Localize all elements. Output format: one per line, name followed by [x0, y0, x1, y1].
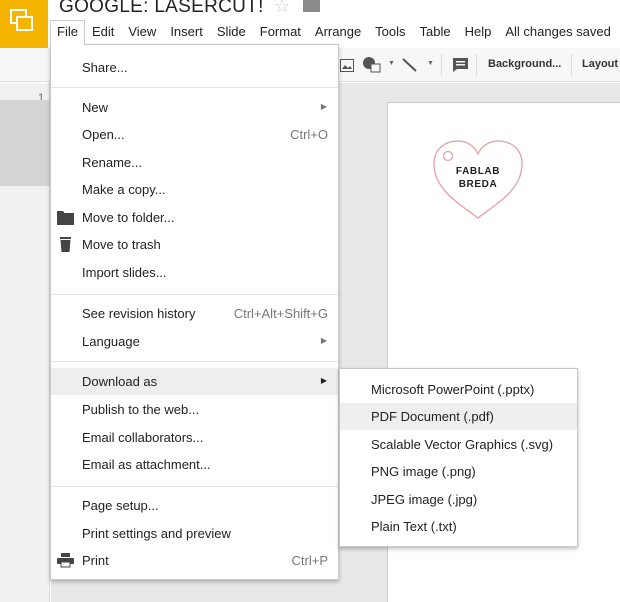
download-svg[interactable]: Scalable Vector Graphics (.svg): [340, 431, 577, 458]
menu-item-label: Print settings and preview: [82, 526, 231, 541]
line-icon[interactable]: [402, 58, 417, 72]
menu-format[interactable]: Format: [253, 20, 308, 45]
menu-item-label: Print: [82, 553, 109, 568]
background-button[interactable]: Background...: [488, 58, 561, 70]
file-menu-dropdown: Share... New ▶ Open... Ctrl+O Rename... …: [50, 44, 339, 580]
shape-icon[interactable]: [362, 56, 384, 74]
download-pptx[interactable]: Microsoft PowerPoint (.pptx): [340, 376, 577, 403]
menu-insert[interactable]: Insert: [163, 20, 210, 45]
menu-item-email-attachment[interactable]: Email as attachment...: [51, 451, 338, 478]
submenu-arrow-icon: ▶: [320, 102, 327, 111]
menu-divider: [51, 361, 338, 362]
menu-item-shortcut: Ctrl+P: [291, 553, 328, 568]
menu-item-open[interactable]: Open... Ctrl+O: [51, 121, 338, 148]
download-jpg[interactable]: JPEG image (.jpg): [340, 486, 577, 513]
menu-item-shortcut: Ctrl+Alt+Shift+G: [233, 306, 328, 321]
menu-item-label: Rename...: [82, 155, 142, 170]
menu-item-move-to-folder[interactable]: Move to folder...: [51, 204, 338, 231]
menu-item-make-copy[interactable]: Make a copy...: [51, 176, 338, 203]
save-status: All changes saved: [505, 24, 611, 39]
menu-tools[interactable]: Tools: [368, 20, 412, 45]
menu-item-label: Page setup...: [82, 498, 159, 513]
menu-item-label: Import slides...: [82, 265, 167, 280]
insert-image-icon[interactable]: [340, 59, 354, 72]
folder-icon: [57, 211, 74, 225]
menu-item-label: Move to trash: [82, 237, 161, 252]
menu-item-label: Email collaborators...: [82, 430, 204, 445]
layout-button[interactable]: Layout: [582, 58, 618, 70]
menu-item-email-collaborators[interactable]: Email collaborators...: [51, 424, 338, 451]
comment-icon[interactable]: [453, 58, 468, 72]
submenu-item-label: Microsoft PowerPoint (.pptx): [371, 382, 535, 397]
trash-icon: [60, 237, 71, 252]
download-as-submenu: Microsoft PowerPoint (.pptx) PDF Documen…: [339, 368, 578, 547]
menu-item-download-as[interactable]: Download as ▶: [51, 368, 338, 395]
submenu-item-label: PNG image (.png): [371, 464, 476, 479]
slides-app-logo[interactable]: [0, 0, 48, 48]
menu-item-label: Share...: [82, 60, 128, 75]
menu-divider: [51, 87, 338, 88]
menu-view[interactable]: View: [121, 20, 163, 45]
menu-divider: [51, 486, 338, 487]
download-pdf[interactable]: PDF Document (.pdf): [340, 403, 577, 430]
slide-thumbnail[interactable]: [0, 100, 50, 186]
menu-item-rename[interactable]: Rename...: [51, 149, 338, 176]
toolbar-divider: [571, 54, 572, 76]
submenu-item-label: Scalable Vector Graphics (.svg): [371, 437, 554, 452]
menu-bar: File Edit View Insert Slide Format Arran…: [50, 20, 618, 45]
menu-item-import-slides[interactable]: Import slides...: [51, 259, 338, 286]
toolbar-divider: [441, 54, 442, 76]
submenu-item-label: Plain Text (.txt): [371, 519, 457, 534]
menu-item-language[interactable]: Language ▶: [51, 328, 338, 355]
menu-slide[interactable]: Slide: [210, 20, 253, 45]
menu-item-new[interactable]: New ▶: [51, 94, 338, 121]
menu-arrange[interactable]: Arrange: [308, 20, 368, 45]
menu-item-label: See revision history: [82, 306, 196, 321]
heart-label-line: FABLAB: [455, 166, 501, 177]
menu-item-share[interactable]: Share...: [51, 54, 338, 81]
heart-label-line: BREDA: [458, 179, 498, 190]
slides-logo-icon: [10, 9, 33, 31]
menu-item-label: Language: [82, 334, 140, 349]
menu-item-page-setup[interactable]: Page setup...: [51, 492, 338, 519]
menu-file[interactable]: File: [50, 20, 85, 45]
folder-icon[interactable]: [303, 0, 320, 12]
document-title[interactable]: GOOGLE: LASERCUT!: [59, 0, 264, 18]
menu-item-move-to-trash[interactable]: Move to trash: [51, 231, 338, 258]
menu-divider: [51, 294, 338, 295]
menu-item-print[interactable]: Print Ctrl+P: [51, 547, 338, 574]
menu-help[interactable]: Help: [458, 20, 499, 45]
download-png[interactable]: PNG image (.png): [340, 458, 577, 485]
heart-label: FABLAB BREDA: [430, 165, 526, 191]
line-dropdown-icon[interactable]: ▼: [427, 60, 434, 67]
menu-item-label: Open...: [82, 127, 125, 142]
menu-item-label: Make a copy...: [82, 182, 166, 197]
printer-icon: [57, 553, 74, 568]
submenu-arrow-icon: ▶: [320, 336, 327, 345]
menu-item-label: Publish to the web...: [82, 402, 200, 417]
menu-item-label: Move to folder...: [82, 210, 175, 225]
menu-item-label: Download as: [82, 374, 158, 389]
download-txt[interactable]: Plain Text (.txt): [340, 513, 577, 540]
menu-edit[interactable]: Edit: [85, 20, 121, 45]
shape-dropdown-icon[interactable]: ▼: [388, 60, 395, 67]
submenu-item-label: JPEG image (.jpg): [371, 492, 478, 507]
submenu-item-label: PDF Document (.pdf): [371, 409, 494, 424]
menu-item-print-settings[interactable]: Print settings and preview: [51, 520, 338, 547]
submenu-arrow-icon: ▶: [320, 376, 327, 385]
menu-table[interactable]: Table: [413, 20, 458, 45]
toolbar-divider: [476, 54, 477, 76]
menu-item-revision-history[interactable]: See revision history Ctrl+Alt+Shift+G: [51, 300, 338, 327]
menu-item-label: New: [82, 100, 109, 115]
menu-item-publish-web[interactable]: Publish to the web...: [51, 396, 338, 423]
star-icon[interactable]: ☆: [274, 0, 290, 17]
menu-item-label: Email as attachment...: [82, 457, 211, 472]
menu-item-shortcut: Ctrl+O: [290, 127, 328, 142]
